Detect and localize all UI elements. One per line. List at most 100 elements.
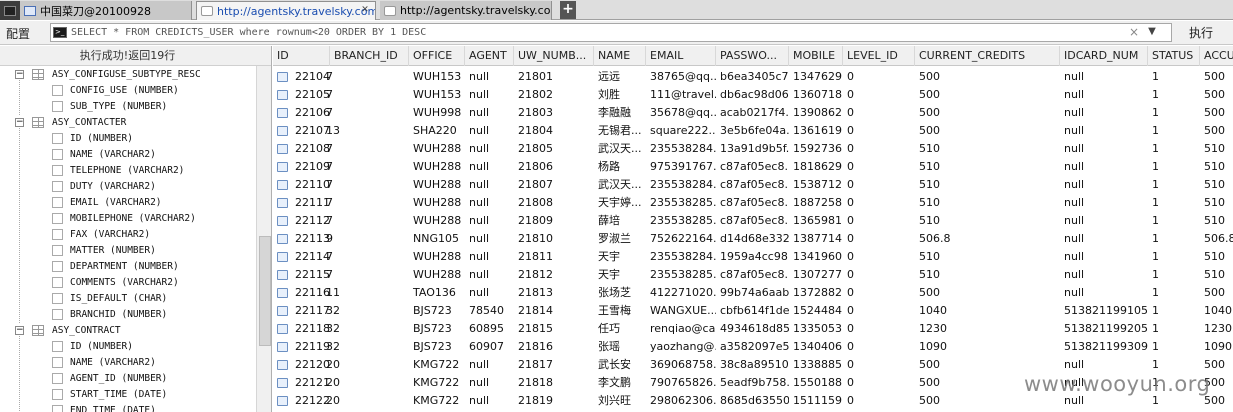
row-edit-icon[interactable] xyxy=(277,216,288,226)
table-row[interactable]: 221057WUH153null21802刘胜111@travel...db6a… xyxy=(273,86,1233,104)
column-header[interactable]: ACCU xyxy=(1200,46,1233,66)
collapse-icon[interactable]: − xyxy=(15,70,24,79)
tree-column-node[interactable]: MOBILEPHONE (VARCHAR2) xyxy=(0,211,256,227)
tree-column-node[interactable]: EMAIL (VARCHAR2) xyxy=(0,195,256,211)
new-tab-button[interactable]: + xyxy=(560,1,576,19)
row-edit-icon[interactable] xyxy=(277,288,288,298)
config-button[interactable]: 配置 xyxy=(6,25,30,42)
table-row[interactable]: 221139NNG105null21810罗淑兰752622164...d14d… xyxy=(273,230,1233,248)
table-cell: KMG722 xyxy=(413,358,460,371)
tree-table-node[interactable]: − ASY_CONFIGUSE_SUBTYPE_RESC xyxy=(0,67,256,83)
row-edit-icon[interactable] xyxy=(277,198,288,208)
execute-button[interactable]: 执行 xyxy=(1176,24,1226,42)
sql-input[interactable]: >_ SELECT * FROM CREDICTS_USER where row… xyxy=(50,23,1172,42)
row-edit-icon[interactable] xyxy=(277,180,288,190)
tree-column-node[interactable]: IS_DEFAULT (CHAR) xyxy=(0,291,256,307)
tree-scrollbar[interactable] xyxy=(256,66,271,412)
table-row[interactable]: 22117 32 BJS723 78540 21814 王雪梅 WANGXUE... cbfb… xyxy=(273,302,1233,320)
table-cell: 510 xyxy=(919,160,940,173)
row-edit-icon[interactable] xyxy=(277,378,288,388)
collapse-icon[interactable]: − xyxy=(15,118,24,127)
tree-column-node[interactable]: DEPARTMENT (NUMBER) xyxy=(0,259,256,275)
row-edit-icon[interactable] xyxy=(277,234,288,244)
table-row[interactable]: 22107 13 SHA220 null 21804 无锡君... square222...… xyxy=(273,122,1233,140)
column-header[interactable]: EMAIL xyxy=(646,46,716,66)
tab-label: http://agentsky.travelsky.com... xyxy=(217,4,376,18)
table-icon xyxy=(32,325,44,336)
table-row[interactable]: 221107WUH288null21807武汉天...235538284...c… xyxy=(273,176,1233,194)
row-edit-icon[interactable] xyxy=(277,270,288,280)
tab-agentsky-active[interactable]: http://agentsky.travelsky.com... ✕ xyxy=(196,1,376,20)
table-row[interactable]: 2211932BJS7236090721816张瑶yaozhang@...a35… xyxy=(273,338,1233,356)
table-cell: 21807 xyxy=(518,178,553,191)
column-header[interactable]: CURRENT_CREDITS xyxy=(915,46,1060,66)
tree-column-node[interactable]: NAME (VARCHAR2) xyxy=(0,147,256,163)
tree-column-node[interactable]: MATTER (NUMBER) xyxy=(0,243,256,259)
tree-column-node[interactable]: BRANCHID (NUMBER) xyxy=(0,307,256,323)
tree-table-node[interactable]: − ASY_CONTACTER xyxy=(0,115,256,131)
tree-column-node[interactable]: FAX (VARCHAR2) xyxy=(0,227,256,243)
column-header[interactable]: LEVEL_ID xyxy=(843,46,915,66)
tree-table-label: ASY_CONTRACT xyxy=(52,325,121,336)
column-header[interactable]: OFFICE xyxy=(409,46,465,66)
close-icon[interactable]: ✕ xyxy=(359,5,371,17)
table-row[interactable]: 221047WUH153null21801远远38765@qq....b6ea3… xyxy=(273,68,1233,86)
tree-column-node[interactable]: ID (NUMBER) xyxy=(0,131,256,147)
table-cell: db6ac98d06... xyxy=(720,88,789,101)
row-edit-icon[interactable] xyxy=(277,162,288,172)
table-cell: null xyxy=(469,268,490,281)
column-header[interactable]: UW_NUMB... xyxy=(514,46,594,66)
chevron-down-icon[interactable]: ▼ xyxy=(1144,23,1160,41)
table-row[interactable]: 221067WUH998null21803李融融35678@qq....acab… xyxy=(273,104,1233,122)
table-cell: null xyxy=(469,88,490,101)
table-row[interactable]: 221127WUH288null21809薛培235538285...c87af… xyxy=(273,212,1233,230)
scrollbar-thumb[interactable] xyxy=(259,236,271,346)
row-edit-icon[interactable] xyxy=(277,126,288,136)
table-cell: null xyxy=(1064,232,1085,245)
column-header[interactable]: PASSWO... xyxy=(716,46,789,66)
terminal-tab[interactable] xyxy=(0,1,20,20)
row-edit-icon[interactable] xyxy=(277,90,288,100)
table-row[interactable]: 221117WUH288null21808天宇婷...235538285...c… xyxy=(273,194,1233,212)
row-edit-icon[interactable] xyxy=(277,342,288,352)
tree-column-node[interactable]: TELEPHONE (VARCHAR2) xyxy=(0,163,256,179)
tree-column-node[interactable]: ID (NUMBER) xyxy=(0,339,256,355)
tree-column-node[interactable]: AGENT_ID (NUMBER) xyxy=(0,371,256,387)
table-row[interactable]: 2211611TAO136null21813张场芝412271020...99b… xyxy=(273,284,1233,302)
column-header[interactable]: AGENT xyxy=(465,46,514,66)
table-row[interactable]: 221097WUH288null21806杨路975391767...c87af… xyxy=(273,158,1233,176)
row-edit-icon[interactable] xyxy=(277,360,288,370)
table-cell: 1365981... xyxy=(793,214,843,227)
tab-agentsky[interactable]: http://agentsky.travelsky.com... xyxy=(380,1,552,20)
table-row[interactable]: 221087WUH288null21805武汉天...235538284...1… xyxy=(273,140,1233,158)
row-edit-icon[interactable] xyxy=(277,252,288,262)
tree-column-node[interactable]: END_TIME (DATE) xyxy=(0,403,256,412)
tree-column-node[interactable]: NAME (VARCHAR2) xyxy=(0,355,256,371)
table-row[interactable]: 221157WUH288null21812天宇235538285...c87af… xyxy=(273,266,1233,284)
tree-column-node[interactable]: SUB_TYPE (NUMBER) xyxy=(0,99,256,115)
column-header[interactable]: NAME xyxy=(594,46,646,66)
clear-icon[interactable]: × xyxy=(1126,23,1142,41)
tab-caidao[interactable]: 中国菜刀@20100928 xyxy=(20,1,192,20)
table-row[interactable]: 2211832BJS7236089521815任巧renqiao@ca...49… xyxy=(273,320,1233,338)
column-header[interactable]: IDCARD_NUM xyxy=(1060,46,1148,66)
tree-table-node[interactable]: − ASY_CONTRACT xyxy=(0,323,256,339)
tree-column-label: FAX (VARCHAR2) xyxy=(70,229,151,240)
row-edit-icon[interactable] xyxy=(277,108,288,118)
row-edit-icon[interactable] xyxy=(277,144,288,154)
row-edit-icon[interactable] xyxy=(277,324,288,334)
column-header[interactable]: MOBILE xyxy=(789,46,843,66)
collapse-icon[interactable]: − xyxy=(15,326,24,335)
tree-column-node[interactable]: CONFIG_USE (NUMBER) xyxy=(0,83,256,99)
row-edit-icon[interactable] xyxy=(277,396,288,406)
tree-column-node[interactable]: START_TIME (DATE) xyxy=(0,387,256,403)
table-row[interactable]: 221147WUH288null21811天宇235538284...1959a… xyxy=(273,248,1233,266)
row-edit-icon[interactable] xyxy=(277,72,288,82)
column-header[interactable]: ID xyxy=(273,46,330,66)
column-header[interactable]: BRANCH_ID xyxy=(330,46,409,66)
column-header[interactable]: STATUS xyxy=(1148,46,1200,66)
table-cell: NNG105 xyxy=(413,232,459,245)
tree-column-node[interactable]: DUTY (VARCHAR2) xyxy=(0,179,256,195)
tree-column-node[interactable]: COMMENTS (VARCHAR2) xyxy=(0,275,256,291)
row-edit-icon[interactable] xyxy=(277,306,288,316)
